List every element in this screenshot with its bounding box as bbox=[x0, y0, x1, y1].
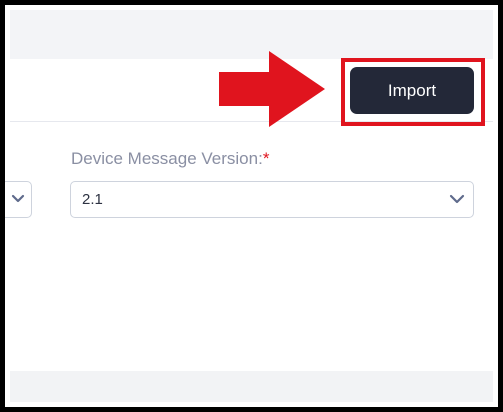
screenshot-frame: Device Message Version:* 2.1 Import bbox=[0, 0, 503, 412]
import-button[interactable]: Import bbox=[350, 67, 474, 114]
chevron-down-icon bbox=[449, 194, 465, 204]
required-marker: * bbox=[262, 149, 270, 168]
device-message-version-label-text: Device Message Version: bbox=[71, 149, 263, 168]
right-arrow-icon bbox=[219, 51, 325, 127]
previous-field-select[interactable] bbox=[5, 181, 32, 218]
device-message-version-label: Device Message Version:* bbox=[71, 149, 269, 169]
footer-strip bbox=[10, 371, 493, 402]
chevron-down-icon bbox=[11, 194, 25, 203]
device-message-version-value: 2.1 bbox=[82, 191, 103, 208]
device-message-version-select[interactable]: 2.1 bbox=[70, 181, 474, 218]
